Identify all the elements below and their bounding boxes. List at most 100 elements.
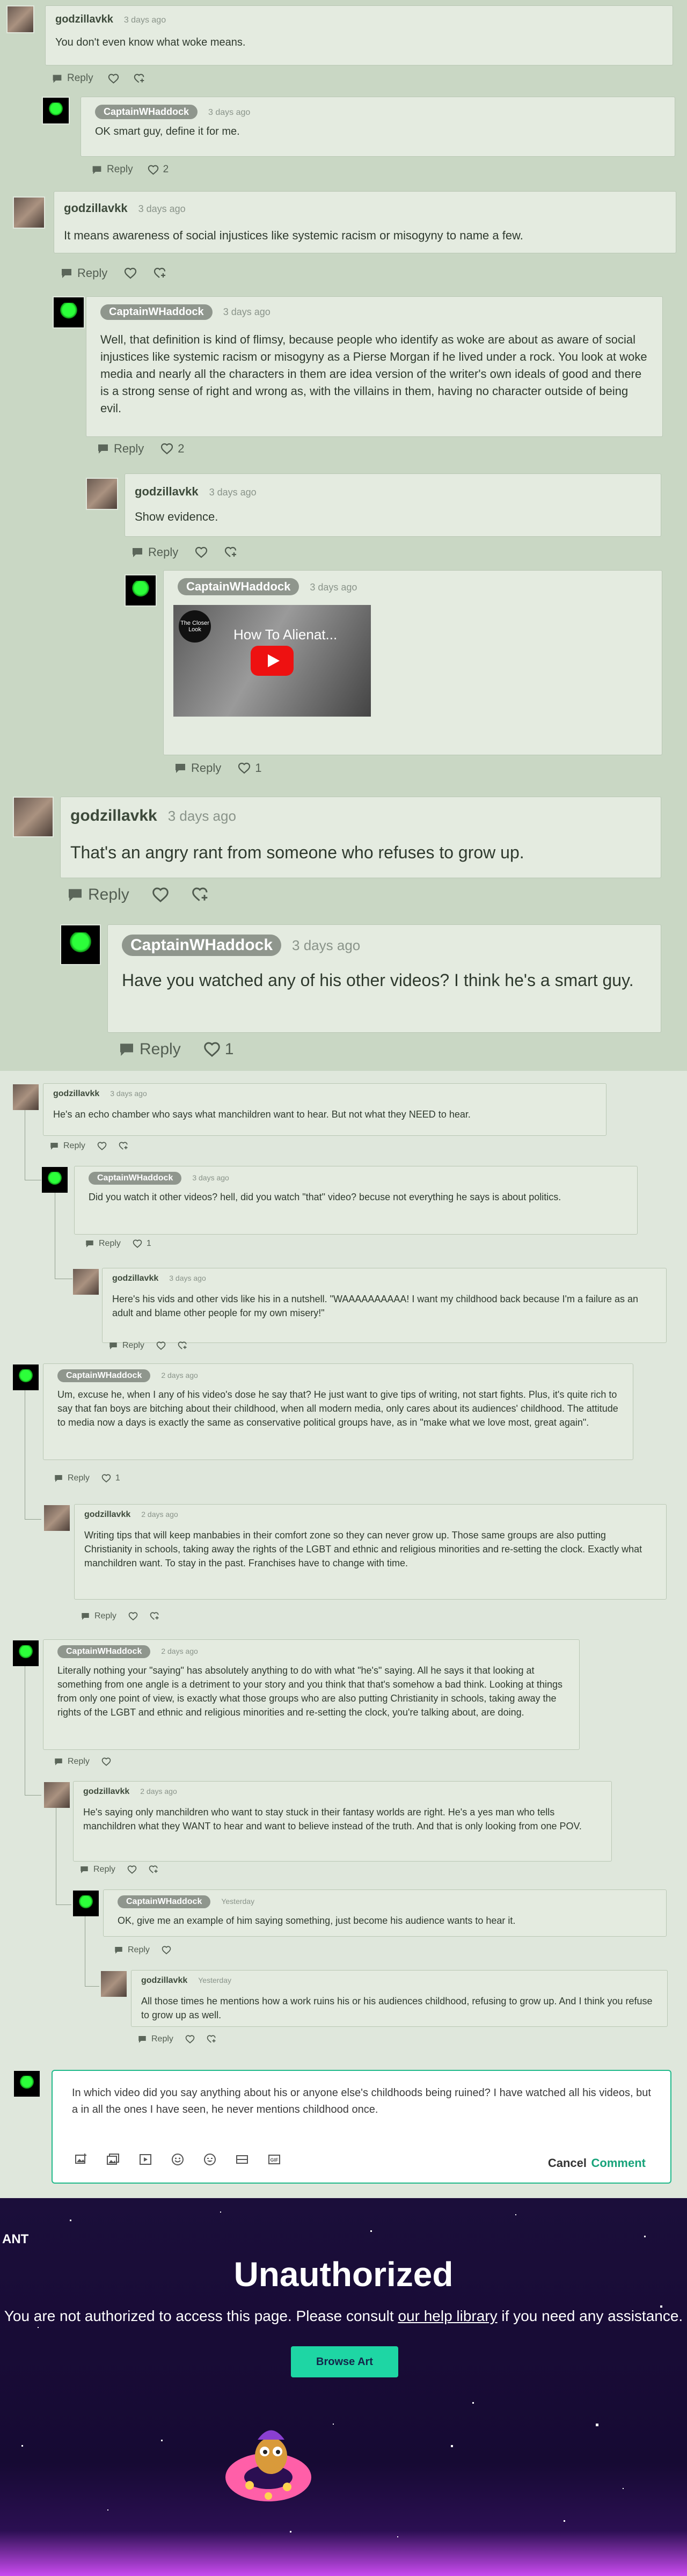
timestamp[interactable]: 3 days ago (192, 1173, 229, 1182)
timestamp[interactable]: 3 days ago (310, 582, 357, 593)
username-link[interactable]: CaptainWHaddock (57, 1645, 151, 1658)
comment-editor[interactable]: GIF Cancel Comment (13, 2070, 671, 2184)
username-link[interactable]: CaptainWHaddock (100, 304, 213, 320)
spoiler-icon[interactable] (234, 2151, 250, 2168)
username-link[interactable]: CaptainWHaddock (178, 578, 299, 595)
username-link[interactable]: CaptainWHaddock (57, 1369, 151, 1382)
username-link[interactable]: godzillavkk (141, 1976, 187, 1986)
username-link[interactable]: CaptainWHaddock (89, 1172, 182, 1185)
reply-button[interactable]: Reply (54, 1473, 90, 1483)
reply-button[interactable]: Reply (54, 1757, 90, 1767)
reply-button[interactable]: Reply (81, 1611, 116, 1621)
reply-button[interactable]: Reply (131, 545, 178, 559)
fave-button[interactable] (150, 1611, 159, 1621)
timestamp[interactable]: 2 days ago (161, 1647, 198, 1655)
avatar[interactable] (6, 5, 34, 33)
avatar[interactable] (72, 1268, 100, 1296)
username-link[interactable]: CaptainWHaddock (95, 105, 198, 119)
reply-button[interactable]: Reply (137, 2034, 173, 2044)
timestamp[interactable]: 3 days ago (223, 307, 271, 317)
timestamp[interactable]: 2 days ago (140, 1787, 177, 1796)
fave-button[interactable] (134, 73, 145, 84)
fave-button[interactable] (149, 1865, 158, 1874)
fave-button[interactable] (224, 546, 237, 559)
username-link[interactable]: godzillavkk (112, 1274, 158, 1283)
avatar[interactable] (12, 1083, 40, 1111)
like-button[interactable] (108, 73, 119, 84)
timestamp[interactable]: 3 days ago (169, 1274, 206, 1282)
fave-button[interactable] (178, 1341, 187, 1351)
username-link[interactable]: godzillavkk (135, 485, 199, 499)
embedded-video[interactable]: The Closer Look How To Alienat... (173, 605, 371, 717)
timestamp[interactable]: 2 days ago (161, 1371, 198, 1380)
reply-button[interactable]: Reply (85, 1239, 121, 1249)
like-button[interactable] (97, 1141, 107, 1151)
reply-button[interactable]: Reply (79, 1865, 115, 1874)
username-link[interactable]: godzillavkk (83, 1787, 129, 1797)
browse-art-button[interactable]: Browse Art (291, 2346, 398, 2377)
fave-button[interactable] (207, 2034, 216, 2044)
emoji-icon[interactable] (170, 2151, 186, 2168)
like-button[interactable] (185, 2034, 195, 2044)
avatar[interactable] (86, 478, 118, 510)
like-button[interactable] (156, 1341, 166, 1351)
gif-icon[interactable]: GIF (266, 2151, 282, 2168)
avatar[interactable] (43, 1781, 71, 1809)
help-library-link[interactable]: our help library (398, 2308, 497, 2324)
reply-button[interactable]: Reply (118, 1040, 181, 1059)
avatar[interactable] (72, 1889, 100, 1917)
timestamp[interactable]: 3 days ago (138, 203, 186, 214)
timestamp[interactable]: Yesterday (198, 1976, 231, 1984)
like-button[interactable] (195, 546, 208, 559)
username-link[interactable]: godzillavkk (53, 1089, 99, 1099)
avatar[interactable] (12, 1639, 40, 1667)
timestamp[interactable]: 3 days ago (292, 937, 360, 953)
timestamp[interactable]: Yesterday (221, 1897, 254, 1906)
reply-button[interactable]: Reply (67, 886, 129, 904)
username-link[interactable]: godzillavkk (55, 13, 113, 26)
comment-button[interactable]: Comment (588, 2156, 649, 2171)
username-link[interactable]: godzillavkk (64, 201, 128, 215)
like-button[interactable]: 1 (133, 1239, 151, 1249)
fave-button[interactable] (192, 886, 209, 903)
timestamp[interactable]: 3 days ago (124, 16, 166, 25)
username-link[interactable]: godzillavkk (84, 1510, 130, 1520)
like-button[interactable]: 1 (238, 761, 262, 775)
reply-button[interactable]: Reply (97, 442, 144, 456)
like-button[interactable] (128, 1611, 138, 1621)
like-button[interactable]: 1 (203, 1040, 233, 1059)
video-icon[interactable] (137, 2151, 154, 2168)
timestamp[interactable]: 3 days ago (110, 1089, 147, 1098)
timestamp[interactable]: 3 days ago (208, 108, 250, 117)
cancel-button[interactable]: Cancel (545, 2156, 590, 2171)
like-button[interactable] (124, 267, 137, 280)
reply-button[interactable]: Reply (91, 164, 133, 176)
username-link[interactable]: godzillavkk (70, 807, 157, 825)
avatar[interactable] (41, 1166, 69, 1194)
reply-button[interactable]: Reply (108, 1341, 144, 1351)
username-link[interactable]: CaptainWHaddock (122, 935, 282, 956)
avatar[interactable] (12, 1363, 40, 1391)
like-button[interactable] (127, 1865, 137, 1874)
avatar[interactable] (60, 924, 101, 965)
insert-image-icon[interactable] (73, 2151, 89, 2168)
avatar[interactable] (42, 97, 70, 125)
fave-button[interactable] (119, 1141, 128, 1151)
reply-button[interactable]: Reply (49, 1141, 85, 1151)
like-button[interactable] (152, 886, 169, 903)
like-button[interactable]: 1 (101, 1473, 120, 1483)
avatar[interactable] (13, 797, 54, 837)
timestamp[interactable]: 3 days ago (209, 487, 257, 498)
play-icon[interactable] (251, 646, 294, 676)
timestamp[interactable]: 3 days ago (168, 808, 236, 824)
reply-button[interactable]: Reply (52, 72, 93, 84)
avatar[interactable] (43, 1504, 71, 1532)
avatar[interactable] (100, 1970, 128, 1998)
reply-button[interactable]: Reply (60, 266, 107, 280)
reply-button[interactable]: Reply (114, 1945, 150, 1955)
like-button[interactable]: 2 (160, 442, 185, 456)
avatar[interactable] (53, 296, 85, 329)
username-link[interactable]: CaptainWHaddock (118, 1895, 211, 1908)
like-button[interactable] (162, 1945, 171, 1955)
gallery-icon[interactable] (105, 2151, 121, 2168)
